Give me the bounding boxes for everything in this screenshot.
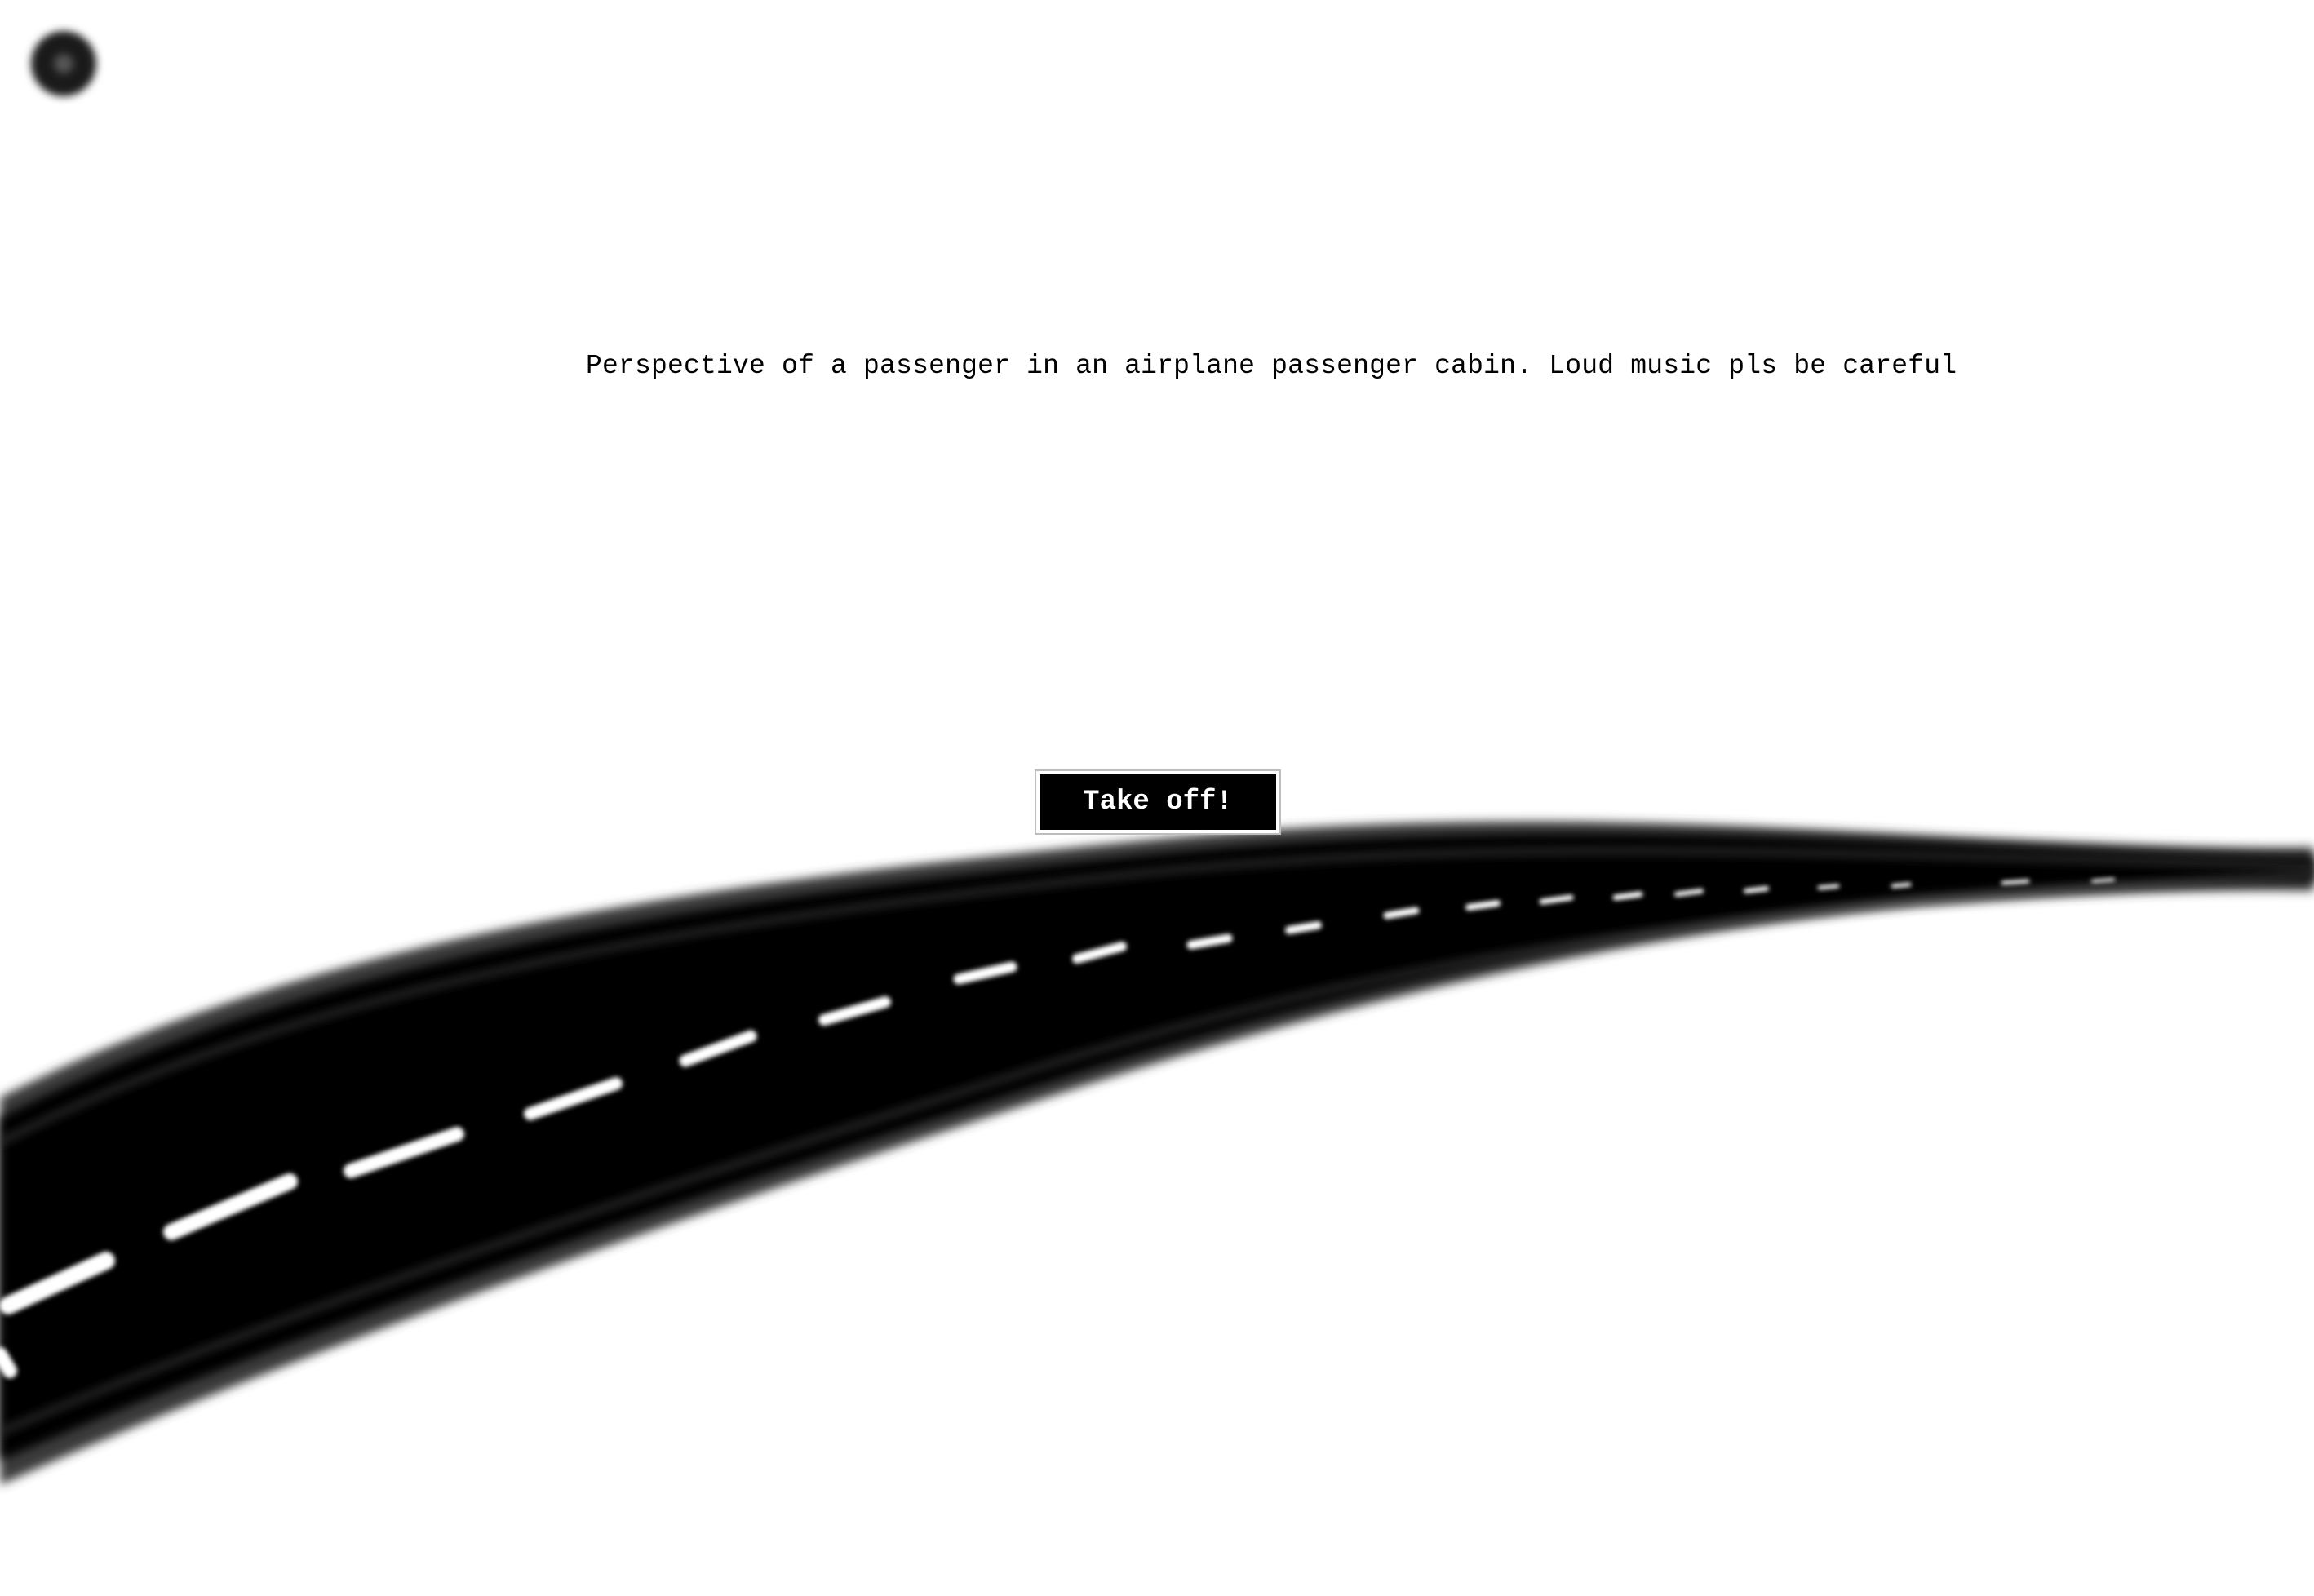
runway-dash [0, 1347, 17, 1378]
runway-dash [1539, 894, 1574, 905]
runway-surface [0, 833, 2314, 1461]
runway-dash [1285, 921, 1322, 934]
runway-dash [1817, 884, 1840, 890]
runway-dash [1891, 882, 1912, 889]
runway-dash [2091, 878, 2115, 883]
runway-dash [1465, 900, 1501, 911]
runway-dash [1383, 907, 1420, 920]
runway-dash [1612, 891, 1643, 901]
cabin-scene: Perspective of a passenger in an airplan… [0, 0, 2314, 1596]
runway-dash [1744, 886, 1769, 893]
runway-dash [1674, 889, 1704, 897]
runway-dash [2001, 879, 2030, 885]
take-off-button[interactable]: Take off! [1035, 769, 1281, 835]
